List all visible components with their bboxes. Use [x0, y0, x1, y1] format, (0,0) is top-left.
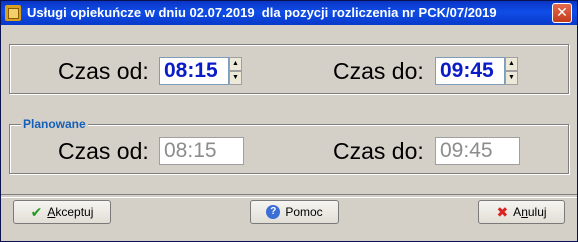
planned-from-label: Czas od: [58, 138, 149, 164]
planned-from-field: 08:15 [159, 137, 244, 165]
window-title: Usługi opiekuńcze w dniu 02.07.2019 dla … [27, 5, 497, 20]
accept-button[interactable]: ✔ Akceptuj [13, 200, 111, 224]
close-button[interactable]: ✕ [552, 3, 572, 23]
planned-to-field: 09:45 [435, 137, 520, 165]
actual-from-input[interactable]: 08:15 [159, 57, 229, 85]
spin-down-icon[interactable]: ▼ [505, 71, 518, 85]
help-button[interactable]: ? Pomoc [250, 200, 339, 224]
checkmark-icon: ✔ [30, 203, 43, 220]
title-bar[interactable]: Usługi opiekuńcze w dniu 02.07.2019 dla … [1, 1, 577, 25]
actual-from-label: Czas od: [58, 58, 149, 84]
cancel-button[interactable]: ✖ Anuluj [478, 200, 565, 224]
accept-button-label: Akceptuj [47, 205, 94, 219]
dialog-window: Usługi opiekuńcze w dniu 02.07.2019 dla … [0, 0, 578, 242]
app-icon [5, 5, 21, 21]
planned-to-label: Czas do: [333, 138, 424, 164]
actual-to-label: Czas do: [333, 58, 424, 84]
spin-down-icon[interactable]: ▼ [229, 71, 242, 85]
actual-from-spinner: ▲ ▼ [229, 57, 242, 85]
actual-to-spinner: ▲ ▼ [505, 57, 518, 85]
footer-separator [1, 194, 577, 198]
help-button-label: Pomoc [285, 205, 323, 219]
spin-up-icon[interactable]: ▲ [505, 57, 518, 71]
actual-to-input[interactable]: 09:45 [435, 57, 505, 85]
spin-up-icon[interactable]: ▲ [229, 57, 242, 71]
help-icon: ? [266, 205, 281, 219]
cancel-button-label: Anuluj [513, 205, 547, 219]
cancel-icon: ✖ [496, 203, 509, 220]
planned-group-label: Planowane [21, 117, 88, 131]
